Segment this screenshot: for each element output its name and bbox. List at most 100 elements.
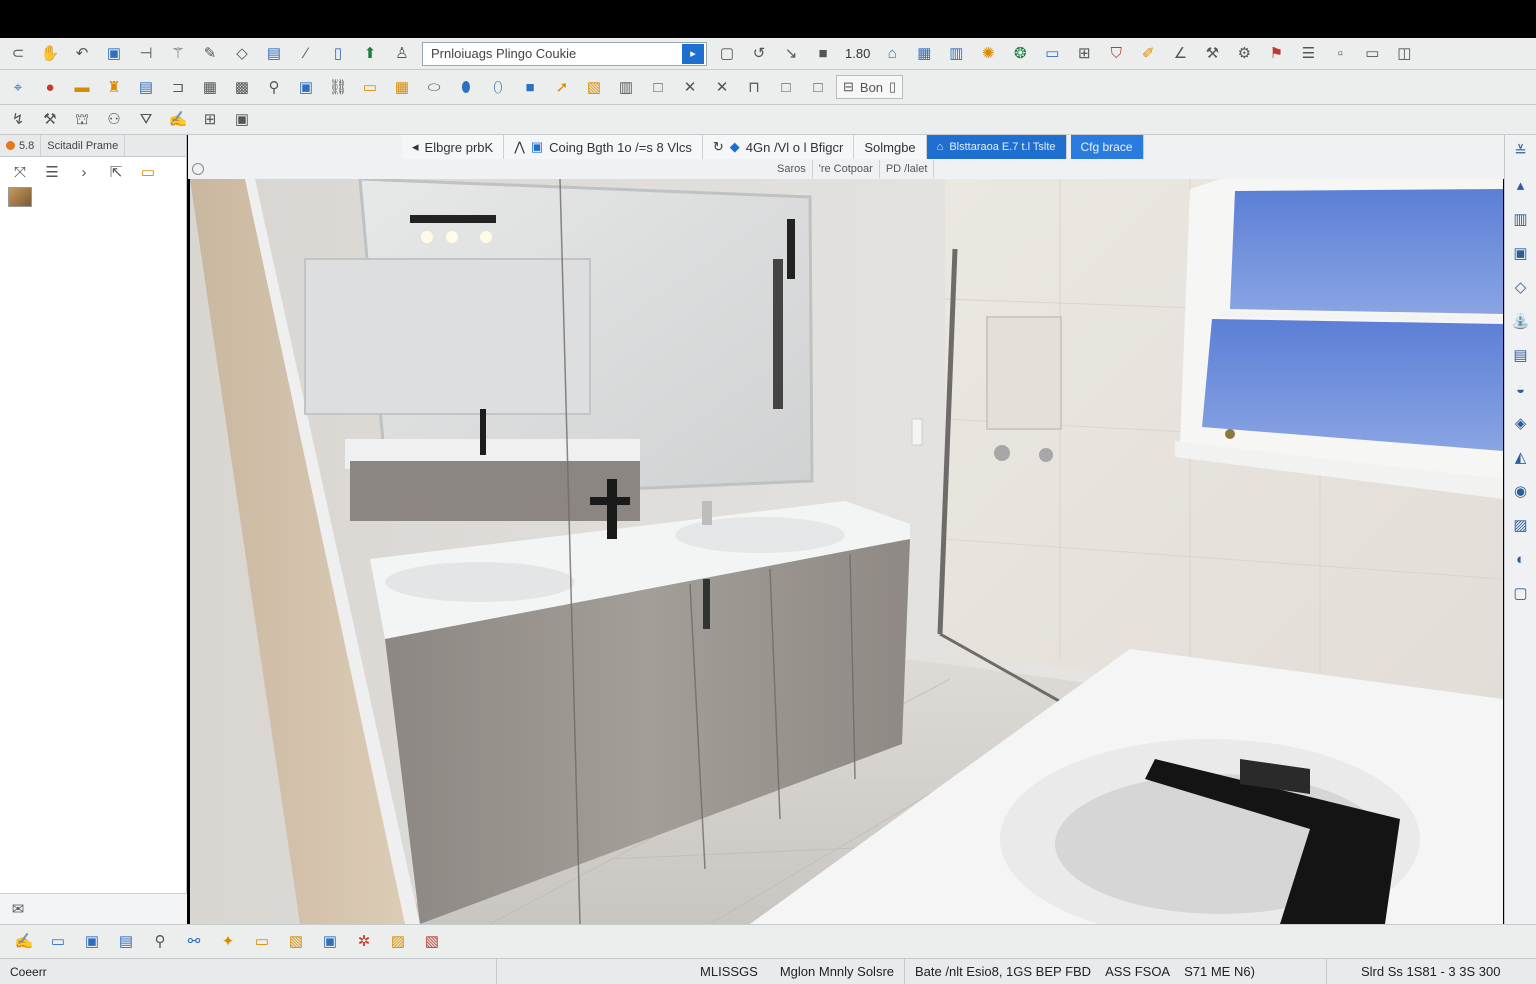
lasso-icon[interactable]: ⊂ bbox=[4, 41, 32, 67]
filter-icon[interactable]: ⛛ bbox=[132, 107, 160, 133]
bracket-icon[interactable]: ⊣ bbox=[132, 41, 160, 67]
towel-icon[interactable]: ▨ bbox=[1508, 511, 1534, 539]
monitor-outline-icon[interactable]: ▭ bbox=[44, 929, 72, 955]
ruler-icon[interactable]: ⬮ bbox=[452, 74, 480, 100]
lamp-icon[interactable]: ♜ bbox=[100, 74, 128, 100]
diamond-icon[interactable]: ◇ bbox=[1508, 273, 1534, 301]
fill-icon[interactable]: ■ bbox=[809, 41, 837, 67]
compass-icon[interactable] bbox=[192, 163, 204, 175]
stack-icon[interactable]: ☰ bbox=[1294, 41, 1322, 67]
group-icon[interactable]: ⚇ bbox=[100, 107, 128, 133]
frame-icon[interactable]: ▫ bbox=[1326, 41, 1354, 67]
fire-icon[interactable]: ✲ bbox=[350, 929, 378, 955]
table-icon[interactable]: ▥ bbox=[612, 74, 640, 100]
draw-icon[interactable]: ➚ bbox=[548, 74, 576, 100]
save-icon[interactable]: ▤ bbox=[112, 929, 140, 955]
export-image-icon[interactable]: ▧ bbox=[418, 929, 446, 955]
window-frame-icon[interactable]: ▣ bbox=[228, 107, 256, 133]
eraser-icon[interactable]: ⬯ bbox=[484, 74, 512, 100]
delete-icon[interactable]: ✕ bbox=[708, 74, 736, 100]
brush-icon[interactable]: ✎ bbox=[196, 41, 224, 67]
menu-icon[interactable]: ☰ bbox=[38, 159, 66, 185]
arrows-icon[interactable]: ⤧ bbox=[6, 159, 34, 185]
pointer-icon[interactable]: ◇ bbox=[228, 41, 256, 67]
material-thumbnail[interactable] bbox=[8, 187, 32, 207]
marker-icon[interactable]: ▧ bbox=[580, 74, 608, 100]
record-icon[interactable]: ● bbox=[36, 74, 64, 100]
tab-single[interactable]: Solmgbe bbox=[854, 135, 927, 159]
image-icon[interactable]: ▩ bbox=[228, 74, 256, 100]
tub-icon[interactable]: ◒ bbox=[1508, 375, 1534, 403]
hammer-icon[interactable]: ⚒ bbox=[1198, 41, 1226, 67]
box-icon[interactable]: ■ bbox=[516, 74, 544, 100]
bucket-icon[interactable]: ⛉ bbox=[1102, 41, 1130, 67]
mode-field[interactable]: ⊟ Bon ▯ bbox=[836, 75, 904, 99]
cross-icon[interactable]: ✕ bbox=[676, 74, 704, 100]
tab-config[interactable]: Cfg brace bbox=[1070, 135, 1144, 159]
camera-icon[interactable]: ⌂ bbox=[878, 41, 906, 67]
faucet-icon[interactable]: ◉ bbox=[1508, 477, 1534, 505]
copy-icon[interactable]: ▢ bbox=[713, 41, 741, 67]
cursor-icon[interactable]: ⌖ bbox=[4, 74, 32, 100]
cabinet-stack-icon[interactable]: ▤ bbox=[1508, 341, 1534, 369]
person-icon[interactable]: ♙ bbox=[388, 41, 416, 67]
pencil-icon[interactable]: ✐ bbox=[1134, 41, 1162, 67]
envelope-icon[interactable]: ✉ bbox=[4, 897, 32, 923]
sofa-icon[interactable]: ⛫ bbox=[68, 107, 96, 133]
square-icon[interactable]: ▣ bbox=[100, 41, 128, 67]
list-icon[interactable]: ▤ bbox=[132, 74, 160, 100]
hand-icon[interactable]: ✋ bbox=[36, 41, 64, 67]
photo-icon[interactable]: ▨ bbox=[384, 929, 412, 955]
paint-brush-icon[interactable]: ✍ bbox=[10, 929, 38, 955]
split-icon[interactable]: ◫ bbox=[1390, 41, 1418, 67]
shower-icon[interactable]: ◐ bbox=[1508, 545, 1534, 573]
wardrobe-icon[interactable]: ▥ bbox=[1508, 205, 1534, 233]
tab-frame[interactable]: Scitadil Prame bbox=[41, 135, 126, 156]
dashboard-icon[interactable]: ▣ bbox=[78, 929, 106, 955]
paint-icon[interactable]: ⬆ bbox=[356, 41, 384, 67]
square-outline-icon[interactable]: □ bbox=[644, 74, 672, 100]
zoom-value[interactable]: 1.80 bbox=[841, 46, 874, 61]
subtab-cotpoar[interactable]: 're Cotpoar bbox=[813, 160, 880, 178]
window-icon[interactable]: ▥ bbox=[942, 41, 970, 67]
edit-icon[interactable]: ▧ bbox=[282, 929, 310, 955]
building-icon[interactable]: ▦ bbox=[196, 74, 224, 100]
search-button[interactable]: ▸ bbox=[682, 43, 704, 64]
options-icon[interactable]: ▢ bbox=[1508, 579, 1534, 607]
arrow-icon[interactable]: ↘ bbox=[777, 41, 805, 67]
wrench-icon[interactable]: ⚙ bbox=[1230, 41, 1258, 67]
wall-icon[interactable]: ▦ bbox=[910, 41, 938, 67]
chair-icon[interactable]: ⊓ bbox=[740, 74, 768, 100]
tools-icon[interactable]: ⚒ bbox=[36, 107, 64, 133]
3d-viewport[interactable] bbox=[190, 179, 1503, 924]
tab-render[interactable]: ↻ ◆ 4Gn /Vl o l Bfigcr bbox=[702, 135, 855, 159]
light-icon[interactable]: ✺ bbox=[974, 41, 1002, 67]
magic-icon[interactable]: ✦ bbox=[214, 929, 242, 955]
brick-icon[interactable]: ▦ bbox=[388, 74, 416, 100]
folder-closed-icon[interactable]: ▭ bbox=[248, 929, 276, 955]
pin-icon[interactable]: ⚑ bbox=[1262, 41, 1290, 67]
tag-icon[interactable]: ⬭ bbox=[420, 74, 448, 100]
tab-bathroom[interactable]: ⌂ Blsttaraoa E.7 t.l Tslte bbox=[926, 135, 1067, 159]
chain-icon[interactable]: ⛓ bbox=[324, 74, 352, 100]
page-icon[interactable]: ▣ bbox=[292, 74, 320, 100]
tab-elevation[interactable]: ◂ Elbgre prbK bbox=[402, 135, 505, 159]
measure-icon[interactable]: ⚯ bbox=[180, 929, 208, 955]
door-icon[interactable]: ▯ bbox=[324, 41, 352, 67]
cabinet-icon[interactable]: ▤ bbox=[260, 41, 288, 67]
water-icon[interactable]: ◭ bbox=[1508, 443, 1534, 471]
grid-icon[interactable]: ⊞ bbox=[1070, 41, 1098, 67]
export-icon[interactable]: ⇱ bbox=[102, 159, 130, 185]
tag-side-icon[interactable]: ◈ bbox=[1508, 409, 1534, 437]
snap-icon[interactable]: ⚲ bbox=[146, 929, 174, 955]
layout-icon[interactable]: ⊞ bbox=[196, 107, 224, 133]
chevron-right-icon[interactable]: › bbox=[70, 159, 98, 185]
undo-icon[interactable]: ↺ bbox=[745, 41, 773, 67]
collapse-icon[interactable]: ≚ bbox=[1508, 137, 1534, 165]
open-folder-icon[interactable]: ▭ bbox=[134, 159, 162, 185]
globe-icon[interactable]: ❂ bbox=[1006, 41, 1034, 67]
tab-ceiling[interactable]: ⋀ ▣ Coing Bgth 1o /=s 8 Vlcs bbox=[504, 135, 703, 159]
panel-icon[interactable]: ▭ bbox=[1038, 41, 1066, 67]
link-icon[interactable]: ⚲ bbox=[260, 74, 288, 100]
subtab-saros[interactable]: Saros bbox=[771, 160, 813, 178]
